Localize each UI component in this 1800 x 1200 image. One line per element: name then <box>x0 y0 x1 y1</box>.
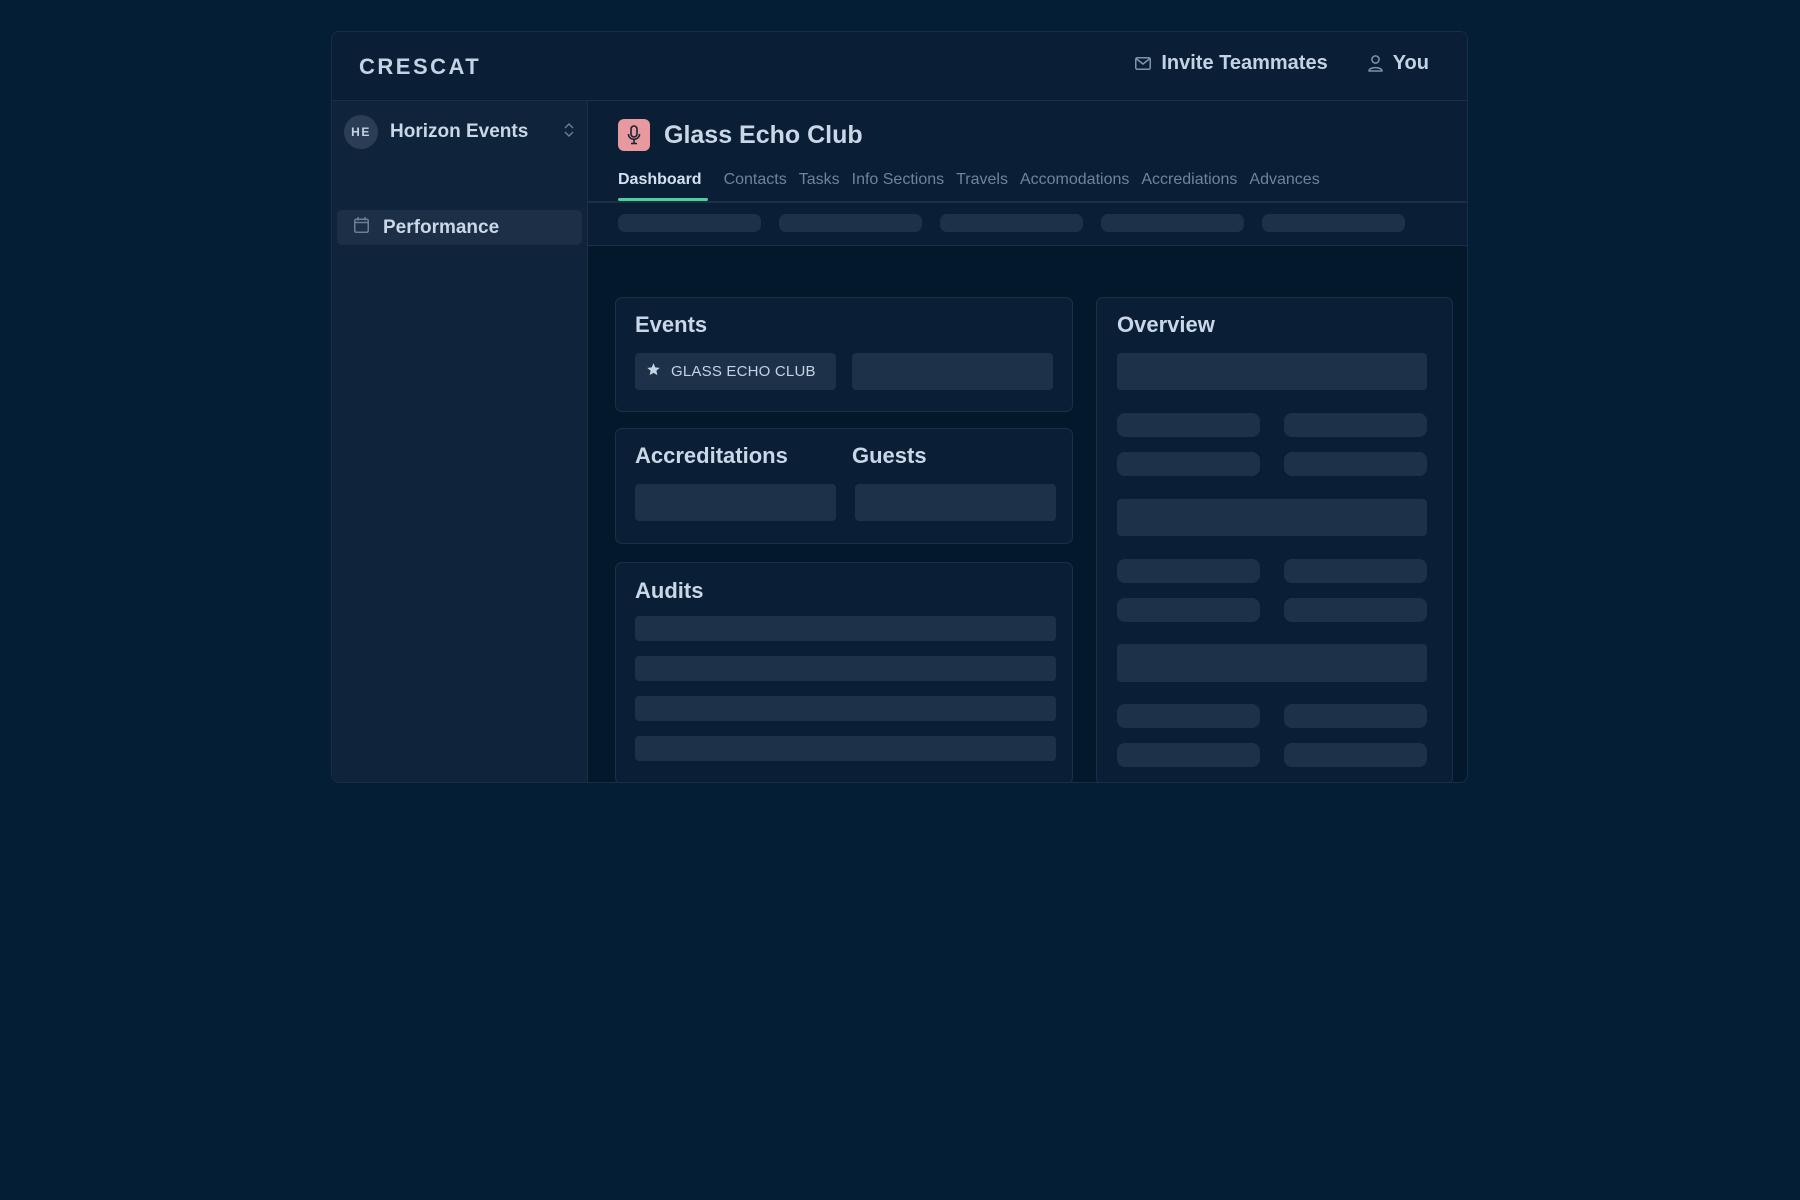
main-content: Glass Echo Club Dashboard Contacts Tasks… <box>588 101 1467 782</box>
top-actions: Invite Teammates You <box>1135 52 1429 75</box>
skeleton-pill <box>1117 704 1260 728</box>
tab-contacts[interactable]: Contacts <box>718 165 793 201</box>
skeleton-pill <box>1117 452 1260 476</box>
accreditations-title: Accreditations <box>635 443 788 468</box>
invite-teammates-label: Invite Teammates <box>1161 52 1328 74</box>
user-label: You <box>1392 52 1429 74</box>
skeleton-pill <box>779 214 922 232</box>
page-header: Glass Echo Club Dashboard Contacts Tasks… <box>588 101 1467 246</box>
skeleton-pill <box>1284 704 1427 728</box>
accreditations-guests-card: Accreditations Guests <box>615 428 1073 544</box>
skeleton-pill <box>1284 413 1427 437</box>
tab-advances[interactable]: Advances <box>1243 165 1325 201</box>
guests-title: Guests <box>852 443 927 468</box>
page-title: Glass Echo Club <box>664 120 863 149</box>
skeleton-block <box>1117 644 1427 682</box>
tab-divider <box>588 201 1467 203</box>
calendar-icon <box>354 217 369 238</box>
skeleton-block <box>1117 353 1427 390</box>
skeleton-pill <box>1284 598 1427 622</box>
title-row: Glass Echo Club <box>618 119 863 151</box>
org-name: Horizon Events <box>390 121 529 142</box>
skeleton-pill <box>1262 214 1405 232</box>
event-chip-label: GLASS ECHO CLUB <box>671 363 816 380</box>
events-title: Events <box>635 312 708 337</box>
tab-bar: Dashboard Contacts Tasks Info Sections T… <box>618 165 1467 201</box>
tab-accrediations[interactable]: Accrediations <box>1135 165 1243 201</box>
skeleton-block <box>855 484 1056 521</box>
skeleton-row <box>635 656 1056 681</box>
chevron-up-down-icon <box>563 122 575 143</box>
loading-pills <box>618 214 1405 232</box>
tab-dashboard[interactable]: Dashboard <box>618 165 708 201</box>
star-icon <box>646 362 661 382</box>
skeleton-pill <box>1284 559 1427 583</box>
audits-card: Audits <box>615 562 1073 782</box>
skeleton-pill <box>1117 743 1260 767</box>
overview-title: Overview <box>1117 312 1215 337</box>
skeleton-pill <box>1117 413 1260 437</box>
invite-teammates-button[interactable]: Invite Teammates <box>1135 52 1328 75</box>
overview-card: Overview <box>1096 297 1453 782</box>
events-card: Events GLASS ECHO CLUB <box>615 297 1073 412</box>
sidebar: HE Horizon Events Performance <box>332 101 588 782</box>
org-avatar: HE <box>344 115 378 149</box>
brand-logo[interactable]: CRESCAT <box>359 54 481 80</box>
tab-accomodations[interactable]: Accomodations <box>1014 165 1135 201</box>
skeleton-row <box>635 696 1056 721</box>
event-chip[interactable]: GLASS ECHO CLUB <box>635 353 836 390</box>
audits-title: Audits <box>635 578 704 603</box>
skeleton-row <box>635 736 1056 761</box>
org-switcher[interactable]: HE Horizon Events <box>344 115 575 149</box>
tab-info-sections[interactable]: Info Sections <box>846 165 951 201</box>
skeleton-row <box>635 616 1056 641</box>
microphone-icon <box>618 119 650 151</box>
tab-travels[interactable]: Travels <box>950 165 1014 201</box>
sidebar-item-label: Performance <box>383 216 500 238</box>
skeleton-pill <box>1101 214 1244 232</box>
tab-tasks[interactable]: Tasks <box>793 165 846 201</box>
top-bar: CRESCAT Invite Teammates You <box>332 32 1467 101</box>
skeleton-pill <box>1284 743 1427 767</box>
sidebar-item-performance[interactable]: Performance <box>337 210 582 245</box>
skeleton-pill <box>1117 598 1260 622</box>
skeleton-pill <box>1117 559 1260 583</box>
skeleton-pill <box>940 214 1083 232</box>
skeleton-block <box>1117 499 1427 536</box>
skeleton-pill <box>1284 452 1427 476</box>
skeleton-block <box>852 353 1053 390</box>
skeleton-pill <box>618 214 761 232</box>
mail-icon <box>1135 57 1152 70</box>
user-icon <box>1367 55 1383 72</box>
user-menu-button[interactable]: You <box>1367 52 1429 75</box>
skeleton-block <box>635 484 836 521</box>
app-window: CRESCAT Invite Teammates You HE Horizon … <box>331 31 1468 783</box>
